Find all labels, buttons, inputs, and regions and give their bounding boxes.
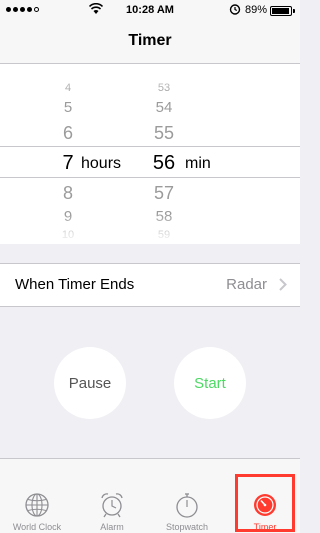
start-button[interactable]: Start (174, 347, 246, 419)
stopwatch-icon (176, 493, 198, 518)
timer-duration-picker[interactable]: 4 5 6 7 8 9 10 hours 53 54 55 56 57 58 5… (0, 64, 300, 244)
hours-option[interactable]: 8 (48, 183, 88, 204)
alarm-indicator-icon (229, 4, 241, 15)
battery-percent: 89% (245, 4, 268, 16)
status-bar: 10:28 AM 89% (0, 0, 300, 20)
minutes-option[interactable]: 57 (144, 183, 184, 204)
hours-option[interactable]: 4 (48, 82, 88, 94)
globe-icon (25, 493, 49, 517)
chevron-right-icon (279, 278, 287, 291)
minutes-option[interactable]: 54 (144, 99, 184, 116)
page-title: Timer (128, 32, 172, 49)
minutes-option[interactable]: 59 (144, 229, 184, 241)
tab-bar: World Clock Alarm Stopwatch Timer (0, 458, 300, 533)
tab-timer[interactable]: Timer (235, 459, 295, 533)
minutes-selected[interactable]: 56 (144, 152, 184, 175)
tab-label: Timer (253, 522, 277, 532)
hours-option[interactable]: 5 (48, 99, 88, 116)
alarm-clock-icon (101, 493, 123, 518)
hours-unit-label: hours (81, 155, 122, 172)
tab-label: World Clock (12, 522, 62, 532)
hours-option[interactable]: 9 (48, 208, 88, 225)
when-timer-ends-label: When Timer Ends (15, 276, 135, 293)
timer-icon (254, 494, 276, 516)
tab-label: Alarm (100, 522, 124, 532)
minutes-wheel[interactable]: 53 54 55 56 57 58 59 (144, 64, 184, 244)
tab-alarm[interactable]: Alarm (82, 459, 142, 533)
minutes-option[interactable]: 55 (144, 123, 184, 144)
tab-stopwatch[interactable]: Stopwatch (157, 459, 217, 533)
tab-world-clock[interactable]: World Clock (7, 459, 67, 533)
tab-label: Stopwatch (165, 522, 209, 532)
minutes-option[interactable]: 53 (144, 82, 184, 94)
navigation-bar: Timer (0, 20, 300, 64)
when-timer-ends-value: Radar (226, 276, 267, 293)
battery-icon (270, 6, 295, 16)
hours-option[interactable]: 6 (48, 123, 88, 144)
when-timer-ends-row[interactable]: When Timer Ends Radar (0, 263, 300, 307)
minutes-option[interactable]: 58 (144, 208, 184, 225)
minutes-unit-label: min (185, 155, 211, 172)
hours-option[interactable]: 10 (48, 229, 88, 241)
pause-button[interactable]: Pause (54, 347, 126, 419)
hours-wheel[interactable]: 4 5 6 7 8 9 10 (48, 64, 88, 244)
